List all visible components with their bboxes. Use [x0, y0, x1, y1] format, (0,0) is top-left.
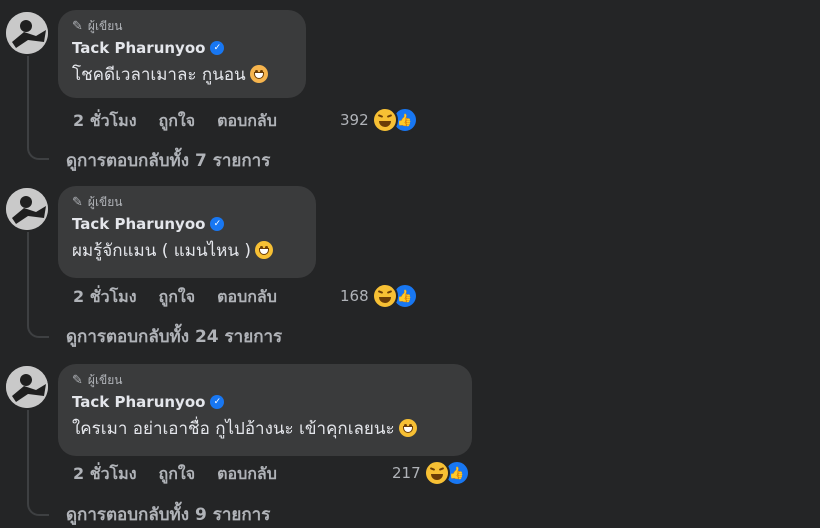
author-badge: ✎ ผู้เขียน	[72, 372, 458, 388]
comment-text-content: โชคดีเวลาเมาละ กูนอน	[72, 64, 246, 85]
view-replies-link[interactable]: ดูการตอบกลับทั้ง 7 รายการ	[66, 147, 270, 174]
timestamp-link[interactable]: 2 ชั่วโมง	[73, 109, 137, 134]
comment-text-content: ผมรู้จักแมน ( แมนไหน )	[72, 240, 251, 261]
thread-connector	[27, 232, 49, 338]
comment-actions: 2 ชั่วโมง ถูกใจ ตอบกลับ	[73, 462, 277, 486]
view-replies-link[interactable]: ดูการตอบกลับทั้ง 24 รายการ	[66, 323, 282, 350]
comment-text: โชคดีเวลาเมาละ กูนอน	[72, 61, 292, 87]
comment-text: ใครเมา อย่าเอาชื่อ กูไปอ้างนะ เข้าคุกเลย…	[72, 415, 458, 441]
verified-check-icon: ✓	[210, 217, 225, 231]
like-button[interactable]: ถูกใจ	[159, 109, 196, 134]
badge-label: ผู้เขียน	[87, 372, 123, 387]
comment-bubble: ✎ ผู้เขียน Tack Pharunyoo ✓ โชคดีเวลาเมา…	[58, 10, 306, 98]
author-name[interactable]: Tack Pharunyoo	[72, 393, 205, 411]
like-button[interactable]: ถูกใจ	[159, 285, 196, 310]
comment-bubble: ✎ ผู้เขียน Tack Pharunyoo ✓ ใครเมา อย่าเ…	[58, 364, 472, 456]
haha-reaction-icon	[423, 460, 450, 486]
reaction-summary[interactable]: 392 👍	[340, 107, 418, 133]
reaction-summary[interactable]: 217 👍	[392, 460, 470, 486]
reaction-count: 392	[340, 111, 369, 129]
grimacing-face-emoji-icon	[254, 241, 273, 259]
grimacing-face-emoji-icon	[398, 419, 417, 437]
pencil-icon: ✎	[72, 194, 83, 210]
haha-reaction-icon	[371, 283, 398, 309]
comment-actions: 2 ชั่วโมง ถูกใจ ตอบกลับ	[73, 285, 277, 309]
author-badge: ✎ ผู้เขียน	[72, 18, 292, 34]
reply-button[interactable]: ตอบกลับ	[217, 462, 277, 487]
view-replies-link[interactable]: ดูการตอบกลับทั้ง 9 รายการ	[66, 501, 270, 528]
author-name[interactable]: Tack Pharunyoo	[72, 215, 205, 233]
timestamp-link[interactable]: 2 ชั่วโมง	[73, 285, 137, 310]
avatar[interactable]	[6, 366, 48, 408]
pencil-icon: ✎	[72, 18, 83, 34]
avatar[interactable]	[6, 12, 48, 54]
verified-check-icon: ✓	[210, 41, 225, 55]
reaction-summary[interactable]: 168 👍	[340, 283, 418, 309]
haha-reaction-icon	[371, 107, 398, 133]
comment-bubble: ✎ ผู้เขียน Tack Pharunyoo ✓ ผมรู้จักแมน …	[58, 186, 316, 278]
thread-connector	[27, 56, 49, 160]
pencil-icon: ✎	[72, 372, 83, 388]
comment-actions: 2 ชั่วโมง ถูกใจ ตอบกลับ	[73, 109, 277, 133]
badge-label: ผู้เขียน	[87, 194, 123, 209]
dizzy-face-emoji-icon	[249, 65, 268, 83]
comment-text-content: ใครเมา อย่าเอาชื่อ กูไปอ้างนะ เข้าคุกเลย…	[72, 418, 395, 439]
reply-button[interactable]: ตอบกลับ	[217, 109, 277, 134]
like-button[interactable]: ถูกใจ	[159, 462, 196, 487]
avatar[interactable]	[6, 188, 48, 230]
author-badge: ✎ ผู้เขียน	[72, 194, 302, 210]
comment-text: ผมรู้จักแมน ( แมนไหน )	[72, 237, 302, 263]
verified-check-icon: ✓	[210, 395, 225, 409]
badge-label: ผู้เขียน	[87, 18, 123, 33]
reply-button[interactable]: ตอบกลับ	[217, 285, 277, 310]
reaction-count: 217	[392, 464, 421, 482]
timestamp-link[interactable]: 2 ชั่วโมง	[73, 462, 137, 487]
author-name[interactable]: Tack Pharunyoo	[72, 39, 205, 57]
reaction-count: 168	[340, 287, 369, 305]
thread-connector	[27, 410, 49, 516]
